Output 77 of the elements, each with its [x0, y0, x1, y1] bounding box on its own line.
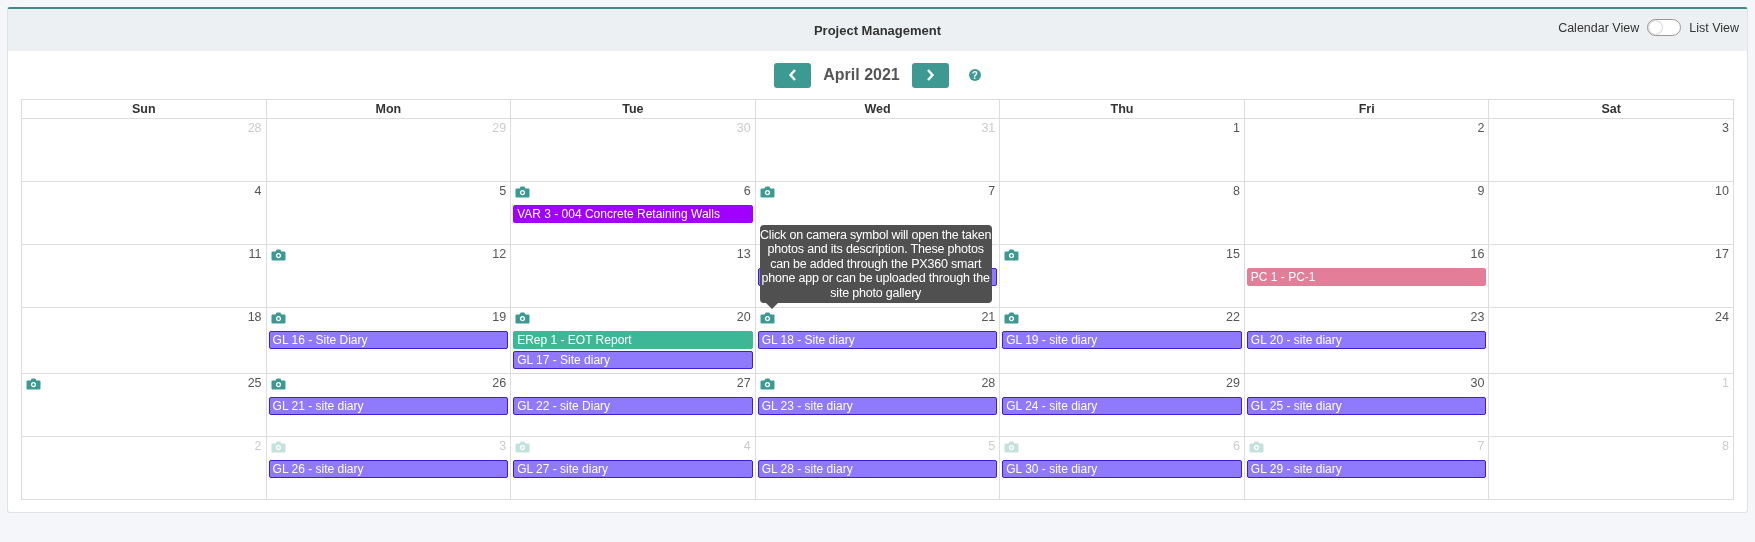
day-number: 30	[1470, 376, 1486, 390]
camera-icon[interactable]	[270, 312, 286, 324]
event-bar[interactable]: GL 19 - site diary	[1002, 331, 1242, 349]
event-bar[interactable]: GL 27 - site diary	[513, 460, 753, 478]
tooltip-pointer-icon	[765, 303, 778, 309]
camera-icon[interactable]	[26, 378, 41, 390]
view-toggle[interactable]	[1647, 19, 1682, 36]
event-bar[interactable]: GL 18 - Site diary	[757, 331, 998, 349]
day-number: 2	[1477, 121, 1486, 135]
weekday-header: Wed	[755, 100, 1001, 119]
day-number: 24	[1715, 310, 1730, 324]
day-number: 9	[1477, 184, 1486, 198]
day-number: 5	[499, 184, 508, 198]
day-number: 23	[1470, 310, 1486, 324]
day-number: 8	[1232, 184, 1241, 198]
day-number: 26	[492, 376, 508, 390]
day-number: 13	[736, 247, 752, 261]
help-icon[interactable]: ?	[968, 69, 981, 81]
camera-icon[interactable]	[1004, 312, 1020, 324]
event-bar[interactable]: GL 22 - site Diary	[513, 397, 753, 415]
chevron-left-icon	[787, 69, 798, 81]
camera-icon[interactable]	[759, 312, 775, 324]
event-bar[interactable]: GL 20 - site diary	[1246, 331, 1487, 349]
event-bar[interactable]: GL 21 - site diary	[268, 397, 509, 415]
day-number: 10	[1715, 184, 1730, 198]
event-bar[interactable]: GL 17 - Site diary	[513, 351, 753, 369]
weekday-header: Sat	[1489, 100, 1734, 119]
weekday-header: Mon	[266, 100, 512, 119]
day-number: 6	[743, 184, 752, 198]
day-number: 19	[492, 310, 508, 324]
month-title: April 2021	[823, 66, 900, 84]
chevron-right-icon	[925, 69, 936, 81]
weekday-header: Fri	[1244, 100, 1490, 119]
day-number: 7	[988, 184, 997, 198]
previous-month-button[interactable]	[774, 62, 812, 88]
day-number: 17	[1715, 247, 1730, 261]
day-number: 3	[1722, 121, 1730, 135]
calendar-view-label: Calendar View	[1558, 20, 1640, 35]
camera-icon[interactable]	[759, 186, 775, 198]
list-view-label: List View	[1689, 20, 1739, 35]
next-month-button[interactable]	[911, 62, 949, 88]
day-number: 16	[1470, 247, 1486, 261]
event-bar[interactable]: ERep 1 - EOT Report	[513, 331, 753, 349]
event-bar[interactable]: GL 26 - site diary	[268, 460, 509, 478]
event-bar[interactable]: GL 29 - site diary	[1246, 460, 1487, 478]
day-number: 20	[736, 310, 752, 324]
camera-icon[interactable]	[515, 312, 531, 324]
day-number: 21	[981, 310, 997, 324]
day-number: 25	[247, 376, 263, 390]
day-number: 29	[1225, 376, 1241, 390]
event-bar[interactable]: GL 16 - Site Diary	[268, 331, 509, 349]
panel-title: Project Management	[813, 22, 942, 38]
camera-icon[interactable]	[759, 378, 775, 390]
event-bar[interactable]: GL 24 - site diary	[1002, 397, 1242, 415]
day-number: 12	[492, 247, 508, 261]
event-bar[interactable]: VAR 3 - 004 Concrete Retaining Walls	[513, 205, 753, 223]
weekday-header: Tue	[511, 100, 756, 119]
event-bar[interactable]: PC 1 - PC-1	[1246, 268, 1487, 286]
weekday-header: Thu	[1000, 100, 1245, 119]
day-number: 11	[248, 247, 263, 261]
camera-icon[interactable]	[1004, 249, 1020, 261]
day-number: 27	[736, 376, 752, 390]
tooltip: Click on camera symbol will open the taken photos and its description. These photos can be added through the PX360 smart phone app or can be uploaded through the site photo gallery	[759, 224, 992, 309]
camera-icon[interactable]	[515, 186, 531, 198]
camera-icon[interactable]	[270, 249, 286, 261]
day-number: 28	[981, 376, 997, 390]
event-bar[interactable]: GL 23 - site diary	[757, 397, 998, 415]
camera-icon[interactable]	[270, 378, 286, 390]
weekday-header: Sun	[22, 100, 267, 119]
event-bar[interactable]: GL 30 - site diary	[1002, 460, 1242, 478]
event-bar[interactable]: GL 25 - site diary	[1246, 397, 1487, 415]
day-number: 18	[247, 310, 263, 324]
day-number: 1	[1232, 121, 1241, 135]
day-number: 15	[1225, 247, 1241, 261]
event-bar[interactable]: GL 28 - site diary	[757, 460, 998, 478]
day-number: 22	[1225, 310, 1241, 324]
day-number: 4	[254, 184, 263, 198]
